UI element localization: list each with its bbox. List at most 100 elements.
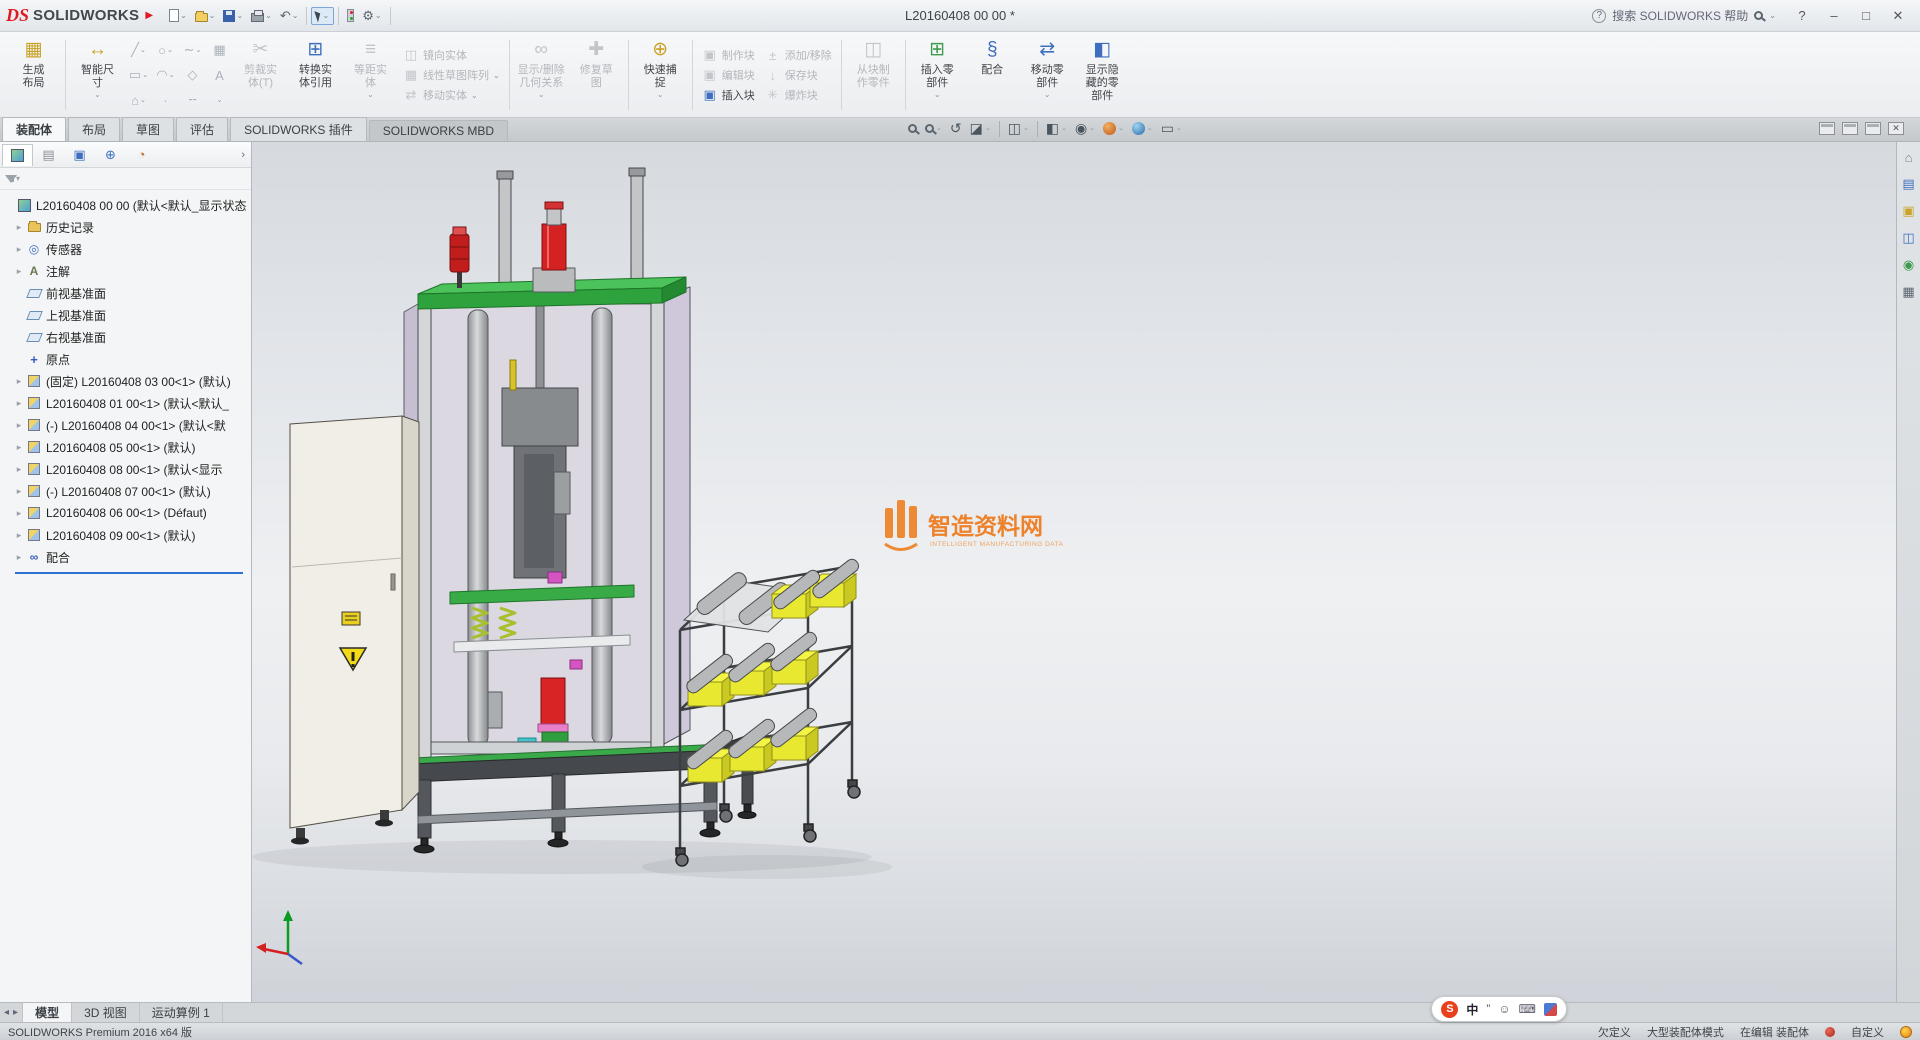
expand-arrow-icon[interactable]: ▸ bbox=[13, 376, 25, 387]
minimize-button[interactable]: – bbox=[1818, 4, 1850, 28]
new-document-button[interactable]: ⌄ bbox=[165, 7, 191, 24]
trim-entities-button[interactable]: ✂ 剪裁实 体(T) bbox=[233, 35, 288, 115]
save-block-button[interactable]: ↓ 保存块 bbox=[765, 67, 832, 83]
expand-arrow-icon[interactable]: ▸ bbox=[13, 464, 25, 475]
solidworks-resources-icon[interactable]: ⌂ bbox=[1905, 150, 1913, 165]
point-tool-icon[interactable]: · bbox=[152, 88, 179, 113]
custom-properties-icon[interactable]: ▦ bbox=[1902, 284, 1914, 300]
file-explorer-icon[interactable]: ▣ bbox=[1902, 203, 1914, 219]
tab-layout[interactable]: 布局 bbox=[68, 117, 120, 141]
ime-keyboard-icon[interactable]: ⌨ bbox=[1519, 1002, 1536, 1016]
child-close-icon[interactable]: ✕ bbox=[1888, 122, 1904, 135]
tab-evaluate[interactable]: 评估 bbox=[176, 117, 228, 141]
edit-block-button[interactable]: ▣ 编辑块 bbox=[702, 67, 755, 83]
open-button[interactable]: ⌄ bbox=[191, 8, 220, 24]
print-button[interactable]: ⌄ bbox=[247, 8, 276, 24]
scroll-left-icon[interactable]: ◂ bbox=[4, 1007, 9, 1018]
featuremanager-tab[interactable] bbox=[2, 144, 33, 166]
ime-emoji-icon[interactable]: ☺ bbox=[1498, 1002, 1510, 1016]
expand-arrow-icon[interactable]: ▸ bbox=[13, 222, 25, 233]
view-orientation-button[interactable]: ◫⌄ bbox=[1008, 120, 1029, 137]
tree-item-origin[interactable]: + 原点 bbox=[3, 348, 251, 370]
unit-system-button[interactable]: 自定义 bbox=[1851, 1024, 1884, 1040]
centerline-tool-icon[interactable]: ╌ bbox=[179, 88, 206, 113]
ime-punctuation-icon[interactable]: ” bbox=[1486, 1002, 1490, 1016]
tab-assembly[interactable]: 装配体 bbox=[2, 117, 66, 141]
tree-item-component[interactable]: ▸ L20160408 05 00<1> (默认) bbox=[3, 436, 251, 458]
expand-arrow-icon[interactable]: ▸ bbox=[13, 442, 25, 453]
view-palette-icon[interactable]: ◫ bbox=[1902, 230, 1914, 246]
tree-item-component[interactable]: ▸ L20160408 01 00<1> (默认<默认_ bbox=[3, 392, 251, 414]
scroll-right-icon[interactable]: ▸ bbox=[13, 1007, 18, 1018]
show-hidden-components-button[interactable]: ◧ 显示隐 藏的零 部件 bbox=[1075, 35, 1130, 115]
ellipse-tool-icon[interactable]: ◇ bbox=[179, 63, 206, 88]
expand-arrow-icon[interactable]: ▸ bbox=[13, 244, 25, 255]
move-entities-button[interactable]: ⇄ 移动实体 ⌄ bbox=[403, 87, 500, 103]
move-component-button[interactable]: ⇄ 移动零 部件 ⌄ bbox=[1020, 35, 1075, 115]
add-remove-button[interactable]: ± 添加/移除 bbox=[765, 47, 832, 63]
spline-tool-icon[interactable]: ∼⌄ bbox=[179, 38, 206, 63]
tree-item-history[interactable]: ▸ 历史记录 bbox=[3, 216, 251, 238]
tree-item-component[interactable]: ▸ L20160408 09 00<1> (默认) bbox=[3, 524, 251, 546]
line-tool-icon[interactable]: ╱⌄ bbox=[125, 38, 152, 63]
tab-sketch[interactable]: 草图 bbox=[122, 117, 174, 141]
sketch-more-icon[interactable]: ⌄ bbox=[206, 88, 233, 113]
quick-tips-icon[interactable] bbox=[1900, 1026, 1912, 1038]
mirror-entities-button[interactable]: ◫ 镜向实体 bbox=[403, 47, 500, 63]
model-electrical-cabinet[interactable] bbox=[290, 416, 419, 845]
make-block-button[interactable]: ▣ 制作块 bbox=[702, 47, 755, 63]
expand-arrow-icon[interactable]: ▸ bbox=[13, 486, 25, 497]
tab-addins[interactable]: SOLIDWORKS 插件 bbox=[230, 117, 367, 141]
insert-block-button[interactable]: ▣ 插入块 bbox=[702, 87, 755, 103]
generate-layout-button[interactable]: ▦ 生成 布局 bbox=[6, 35, 61, 115]
search-icon[interactable] bbox=[1754, 11, 1763, 20]
child-minimize-icon[interactable] bbox=[1819, 122, 1835, 135]
ime-language-mode[interactable]: 中 bbox=[1466, 1001, 1478, 1018]
dimxpertmanager-tab[interactable]: ⊕ bbox=[95, 144, 126, 166]
circle-tool-icon[interactable]: ○⌄ bbox=[152, 38, 179, 63]
tree-item-right-plane[interactable]: 右视基准面 bbox=[3, 326, 251, 348]
ime-toolbox-icon[interactable] bbox=[1544, 1003, 1557, 1016]
text-tool-icon[interactable]: A bbox=[206, 63, 233, 88]
part-from-block-button[interactable]: ◫ 从块制 作零件 bbox=[846, 35, 901, 115]
sketch-pattern-icon[interactable]: ▦ bbox=[206, 38, 233, 63]
expand-arrow-icon[interactable]: ▸ bbox=[13, 266, 25, 277]
quick-snaps-button[interactable]: ⊕ 快速捕 捉 ⌄ bbox=[633, 35, 688, 115]
motion-study-tab[interactable]: 运动算例 1 bbox=[140, 1003, 223, 1022]
close-button[interactable]: ✕ bbox=[1882, 4, 1914, 28]
model-tab[interactable]: 模型 bbox=[23, 1003, 72, 1022]
tree-item-front-plane[interactable]: 前视基准面 bbox=[3, 282, 251, 304]
expand-arrow-icon[interactable]: ▸ bbox=[13, 530, 25, 541]
select-button[interactable]: ⌄ bbox=[311, 7, 334, 25]
apply-scene-button[interactable]: ⌄ bbox=[1132, 122, 1153, 135]
rectangle-tool-icon[interactable]: ▭⌄ bbox=[125, 63, 152, 88]
design-library-icon[interactable]: ▤ bbox=[1902, 176, 1914, 192]
undo-button[interactable]: ↶⌄ bbox=[276, 6, 303, 26]
appearances-scenes-icon[interactable]: ◉ bbox=[1903, 257, 1914, 273]
edit-appearance-button[interactable]: ⌄ bbox=[1103, 122, 1124, 135]
display-delete-relations-button[interactable]: ∞ 显示/删除 几何关系 ⌄ bbox=[514, 35, 569, 115]
child-maximize-icon[interactable] bbox=[1865, 122, 1881, 135]
repair-sketch-button[interactable]: ✚ 修复草 图 bbox=[569, 35, 624, 115]
hide-show-items-button[interactable]: ◉⌄ bbox=[1075, 120, 1095, 137]
display-style-button[interactable]: ◧⌄ bbox=[1046, 120, 1067, 137]
tree-item-component[interactable]: ▸ (-) L20160408 04 00<1> (默认<默 bbox=[3, 414, 251, 436]
child-restore-icon[interactable] bbox=[1842, 122, 1858, 135]
options-button[interactable]: ⚙⌄ bbox=[358, 6, 385, 26]
tree-item-component[interactable]: ▸ L20160408 06 00<1> (Défaut) bbox=[3, 502, 251, 524]
expand-arrow-icon[interactable]: ▸ bbox=[13, 508, 25, 519]
expand-arrow-icon[interactable]: ▸ bbox=[13, 420, 25, 431]
view-settings-button[interactable]: ▭⌄ bbox=[1161, 120, 1182, 137]
tree-item-component[interactable]: ▸ (-) L20160408 07 00<1> (默认) bbox=[3, 480, 251, 502]
tab-mbd[interactable]: SOLIDWORKS MBD bbox=[369, 120, 508, 141]
model-machine-frame[interactable] bbox=[404, 168, 690, 764]
expand-arrow-icon[interactable]: ▸ bbox=[13, 552, 25, 563]
tree-item-component[interactable]: ▸ L20160408 08 00<1> (默认<显示 bbox=[3, 458, 251, 480]
tree-item-top-plane[interactable]: 上视基准面 bbox=[3, 304, 251, 326]
expand-arrow-icon[interactable]: ▸ bbox=[13, 398, 25, 409]
rollback-bar[interactable] bbox=[15, 572, 243, 574]
section-view-button[interactable]: ◪⌄ bbox=[970, 120, 991, 137]
offset-entities-button[interactable]: ≡ 等距实 体 ⌄ bbox=[343, 35, 398, 115]
save-button[interactable]: ⌄ bbox=[219, 8, 247, 24]
zoom-fit-button[interactable] bbox=[908, 124, 917, 133]
